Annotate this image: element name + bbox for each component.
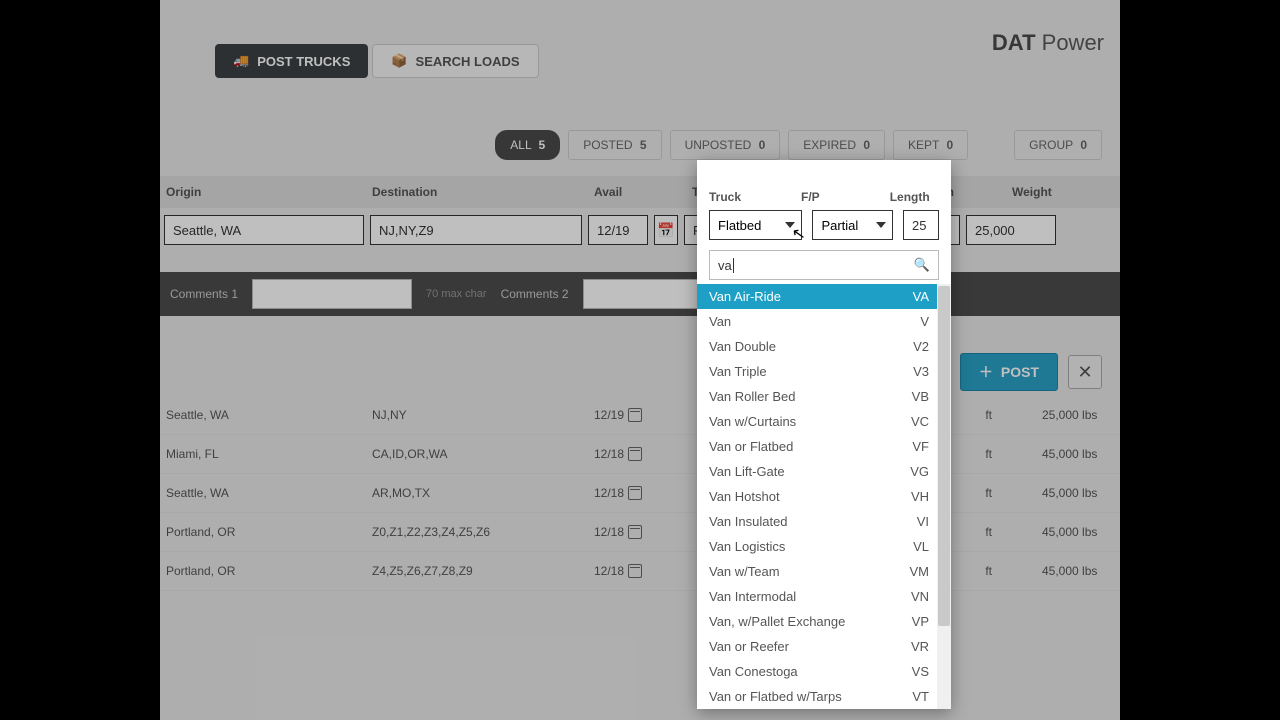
pop-col-fp: F/P [801, 190, 820, 204]
tab-posted[interactable]: POSTED 5 [568, 130, 661, 160]
plus-icon: ＋ [979, 362, 993, 382]
comments1-input[interactable] [252, 279, 412, 309]
calendar-icon [628, 447, 642, 461]
truck-option[interactable]: Van DoubleV2 [697, 334, 951, 359]
truck-option[interactable]: Van w/TeamVM [697, 559, 951, 584]
post-button[interactable]: ＋POST [960, 353, 1058, 391]
truck-option[interactable]: Van or Flatbed w/TarpsVT [697, 684, 951, 709]
tab-group[interactable]: GROUP 0 [1014, 130, 1102, 160]
chevron-down-icon [876, 222, 886, 228]
col-weight: Weight [998, 185, 1120, 199]
tab-expired[interactable]: EXPIRED 0 [788, 130, 885, 160]
tab-all[interactable]: ALL 5 [495, 130, 560, 160]
pop-col-truck: Truck [709, 190, 741, 204]
comments2-label: Comments 2 [501, 287, 569, 301]
truck-option[interactable]: Van Roller BedVB [697, 384, 951, 409]
dropdown-scrollbar[interactable] [937, 284, 951, 709]
truck-option[interactable]: Van IntermodalVN [697, 584, 951, 609]
truck-option[interactable]: Van w/CurtainsVC [697, 409, 951, 434]
close-icon: ✕ [1077, 362, 1092, 383]
avail-input[interactable] [588, 215, 648, 245]
search-loads-button[interactable]: 📦 SEARCH LOADS [372, 44, 538, 78]
origin-input[interactable] [164, 215, 364, 245]
pop-fp-select[interactable]: Partial [812, 210, 893, 240]
truck-type-dropdown: Truck F/P Length Flatbed Partial va 🔍 Va… [697, 160, 951, 709]
truck-option[interactable]: Van Air-RideVA [697, 284, 951, 309]
col-origin: Origin [160, 185, 372, 199]
comments1-max: 70 max char [426, 288, 487, 300]
truck-option[interactable]: Van or ReeferVR [697, 634, 951, 659]
search-icon: 🔍 [914, 257, 930, 273]
post-trucks-button[interactable]: 🚚 POST TRUCKS [215, 44, 368, 78]
truck-option[interactable]: Van LogisticsVL [697, 534, 951, 559]
pop-truck-select[interactable]: Flatbed [709, 210, 802, 240]
tab-kept[interactable]: KEPT 0 [893, 130, 968, 160]
truck-option[interactable]: Van InsulatedVI [697, 509, 951, 534]
col-destination: Destination [372, 185, 594, 199]
calendar-icon [628, 564, 642, 578]
weight-input[interactable] [966, 215, 1056, 245]
pop-length-input[interactable] [903, 210, 939, 240]
comments1-label: Comments 1 [170, 287, 238, 301]
truck-option[interactable]: Van or FlatbedVF [697, 434, 951, 459]
table-row[interactable]: Portland, ORZ0,Z1,Z2,Z3,Z4,Z5,Z612/18 ft… [160, 513, 1120, 552]
box-search-icon: 📦 [391, 53, 407, 69]
table-row[interactable]: Seattle, WANJ,NY12/19 ft25,000 lbs [160, 396, 1120, 435]
truck-option[interactable]: Van TripleV3 [697, 359, 951, 384]
truck-option[interactable]: Van ConestogaVS [697, 659, 951, 684]
calendar-icon [628, 408, 642, 422]
close-button[interactable]: ✕ [1068, 355, 1102, 389]
col-avail: Avail [594, 185, 692, 199]
table-row[interactable]: Seattle, WAAR,MO,TX12/18 ft45,000 lbs [160, 474, 1120, 513]
table-row[interactable]: Portland, ORZ4,Z5,Z6,Z7,Z8,Z912/18 ft45,… [160, 552, 1120, 591]
brand-logo: DAT Power [992, 30, 1104, 56]
calendar-icon[interactable]: 📅 [654, 215, 678, 245]
truck-option[interactable]: Van Lift-GateVG [697, 459, 951, 484]
calendar-icon [628, 525, 642, 539]
truck-option[interactable]: Van, w/Pallet ExchangeVP [697, 609, 951, 634]
destination-input[interactable] [370, 215, 582, 245]
truck-search-input[interactable]: va 🔍 [709, 250, 939, 280]
truck-option[interactable]: VanV [697, 309, 951, 334]
truck-option[interactable]: Van HotshotVH [697, 484, 951, 509]
tab-unposted[interactable]: UNPOSTED 0 [670, 130, 781, 160]
calendar-icon [628, 486, 642, 500]
pop-col-length: Length [890, 190, 930, 204]
truck-icon: 🚚 [233, 53, 249, 69]
table-row[interactable]: Miami, FLCA,ID,OR,WA12/18 ft45,000 lbs [160, 435, 1120, 474]
